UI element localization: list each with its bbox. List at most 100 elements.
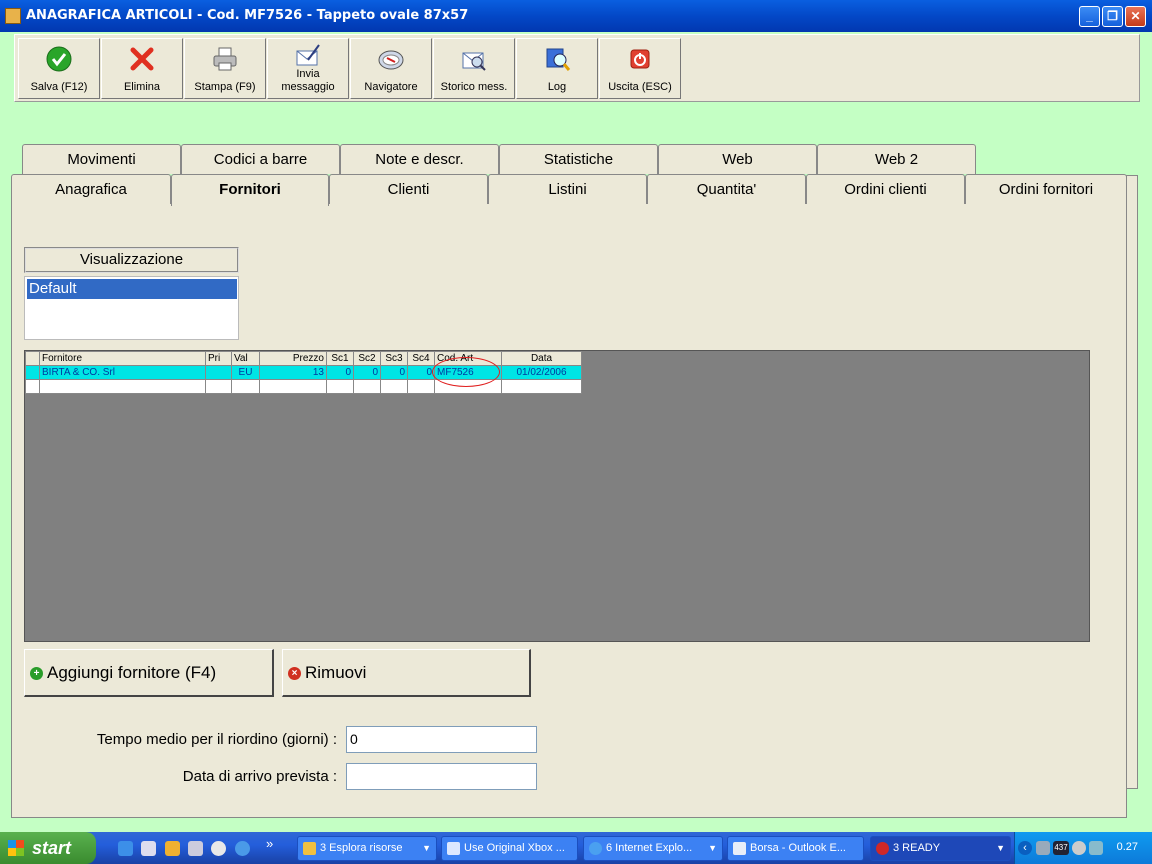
close-button[interactable]: ✕: [1125, 6, 1146, 27]
row-indicator[interactable]: [25, 365, 40, 380]
add-supplier-button[interactable]: + Aggiungi fornitore (F4): [24, 649, 274, 697]
quicklaunch-more[interactable]: »: [266, 836, 273, 851]
windows-logo-icon: [8, 840, 24, 856]
cell-sc4[interactable]: 0: [407, 365, 435, 380]
empty-cell[interactable]: [259, 379, 327, 394]
col-sc1[interactable]: Sc1: [326, 351, 354, 366]
col-prezzo[interactable]: Prezzo: [259, 351, 327, 366]
log-button[interactable]: Log: [516, 38, 598, 99]
view-header: Visualizzazione: [24, 247, 239, 273]
tab-ordini-clienti[interactable]: Ordini clienti: [806, 174, 965, 204]
task-label: Borsa - Outlook E...: [750, 842, 846, 854]
empty-cell[interactable]: [326, 379, 354, 394]
log-search-icon: [546, 48, 571, 71]
chevron-down-icon: ▼: [708, 843, 717, 853]
cell-sc3[interactable]: 0: [380, 365, 408, 380]
start-button[interactable]: start: [0, 832, 96, 864]
col-sc4[interactable]: Sc4: [407, 351, 435, 366]
tray-badge-icon[interactable]: 437: [1053, 841, 1069, 855]
col-data[interactable]: Data: [501, 351, 582, 366]
envelope-search-icon: [462, 52, 486, 71]
send-message-button[interactable]: Invia messaggio: [267, 38, 349, 99]
task-word-doc[interactable]: Use Original Xbox ...: [441, 836, 578, 861]
tab-anagrafica[interactable]: Anagrafica: [11, 174, 171, 204]
tab-ordini-fornitori[interactable]: Ordini fornitori: [965, 174, 1127, 204]
maximize-button[interactable]: ❐: [1102, 6, 1123, 27]
ie-icon: [589, 842, 602, 855]
tab-movimenti[interactable]: Movimenti: [22, 144, 181, 174]
search-quicklaunch-icon[interactable]: [235, 841, 250, 856]
save-button[interactable]: Salva (F12): [18, 38, 100, 99]
ie-quicklaunch-icon[interactable]: [118, 841, 133, 856]
start-label: start: [32, 838, 72, 858]
cell-fornitore[interactable]: BIRTA & CO. Srl: [39, 365, 206, 380]
view-list: Default: [24, 276, 239, 340]
col-val[interactable]: Val: [231, 351, 260, 366]
empty-cell[interactable]: [407, 379, 435, 394]
tab-codici-a-barre[interactable]: Codici a barre: [181, 144, 340, 174]
col-pri[interactable]: Pri: [205, 351, 232, 366]
message-history-button[interactable]: Storico mess.: [433, 38, 515, 99]
messenger-quicklaunch-icon[interactable]: [165, 841, 180, 856]
tray-computer-icon[interactable]: [1089, 841, 1103, 855]
empty-cell[interactable]: [39, 379, 206, 394]
send-message-label: Invia messaggio: [281, 68, 335, 93]
media-player-quicklaunch-icon[interactable]: [211, 841, 226, 856]
delete-label: Elimina: [123, 81, 161, 93]
cell-sc2[interactable]: 0: [353, 365, 381, 380]
tray-network-icon[interactable]: [1036, 841, 1050, 855]
reorder-time-input[interactable]: 0: [346, 726, 537, 753]
cell-pri[interactable]: [205, 365, 232, 380]
title-bar: ANAGRAFICA ARTICOLI - Cod. MF7526 - Tapp…: [0, 0, 1152, 32]
task-ready[interactable]: 3 READY ▼: [870, 836, 1011, 861]
navigator-button[interactable]: Navigatore: [350, 38, 432, 99]
cell-sc1[interactable]: 0: [326, 365, 354, 380]
empty-cell[interactable]: [353, 379, 381, 394]
desktop-quicklaunch-icon[interactable]: [188, 841, 203, 856]
tab-note-e-descr[interactable]: Note e descr.: [340, 144, 499, 174]
system-tray: ‹ 437 0.27: [1014, 832, 1152, 864]
printer-icon: [213, 47, 237, 71]
tab-listini[interactable]: Listini: [488, 174, 647, 204]
cell-val[interactable]: EU: [231, 365, 260, 380]
chevron-down-icon: ▼: [422, 843, 431, 853]
tab-clienti[interactable]: Clienti: [329, 174, 488, 204]
cell-data[interactable]: 01/02/2006: [501, 365, 582, 380]
minimize-button[interactable]: _: [1079, 6, 1100, 27]
empty-cell[interactable]: [205, 379, 232, 394]
tray-disk-icon[interactable]: [1072, 841, 1086, 855]
row-indicator-header: [25, 351, 40, 366]
col-fornitore[interactable]: Fornitore: [39, 351, 206, 366]
outlook-quicklaunch-icon[interactable]: [141, 841, 156, 856]
exit-button[interactable]: Uscita (ESC): [599, 38, 681, 99]
remove-button[interactable]: × Rimuovi: [282, 649, 531, 697]
tab-quantita[interactable]: Quantita': [647, 174, 806, 204]
table-row-new[interactable]: [25, 379, 582, 394]
checkmark-icon: [46, 46, 72, 72]
arrival-date-input[interactable]: [346, 763, 537, 790]
row-indicator[interactable]: [25, 379, 40, 394]
supplier-grid: Fornitore Pri Val Prezzo Sc1 Sc2 Sc3 Sc4…: [24, 350, 1090, 642]
empty-cell[interactable]: [231, 379, 260, 394]
view-item-default[interactable]: Default: [27, 279, 237, 299]
col-sc3[interactable]: Sc3: [380, 351, 408, 366]
cell-prezzo[interactable]: 13: [259, 365, 327, 380]
chevron-down-icon: ▼: [996, 843, 1005, 853]
app-icon: [5, 8, 21, 24]
delete-button[interactable]: Elimina: [101, 38, 183, 99]
print-button[interactable]: Stampa (F9): [184, 38, 266, 99]
empty-cell[interactable]: [501, 379, 582, 394]
task-outlook[interactable]: Borsa - Outlook E...: [727, 836, 864, 861]
task-label: 6 Internet Explo...: [606, 842, 693, 854]
tab-web-2[interactable]: Web 2: [817, 144, 976, 174]
tray-expand-icon[interactable]: ‹: [1018, 841, 1032, 855]
task-esplora-risorse[interactable]: 3 Esplora risorse ▼: [297, 836, 437, 861]
window-title: ANAGRAFICA ARTICOLI - Cod. MF7526 - Tapp…: [26, 8, 469, 23]
tab-fornitori[interactable]: Fornitori: [171, 174, 329, 206]
tab-statistiche[interactable]: Statistiche: [499, 144, 658, 174]
empty-cell[interactable]: [380, 379, 408, 394]
reorder-time-label: Tempo medio per il riordino (giorni) :: [96, 731, 337, 748]
tab-web[interactable]: Web: [658, 144, 817, 174]
col-sc2[interactable]: Sc2: [353, 351, 381, 366]
task-internet-explorer[interactable]: 6 Internet Explo... ▼: [583, 836, 723, 861]
